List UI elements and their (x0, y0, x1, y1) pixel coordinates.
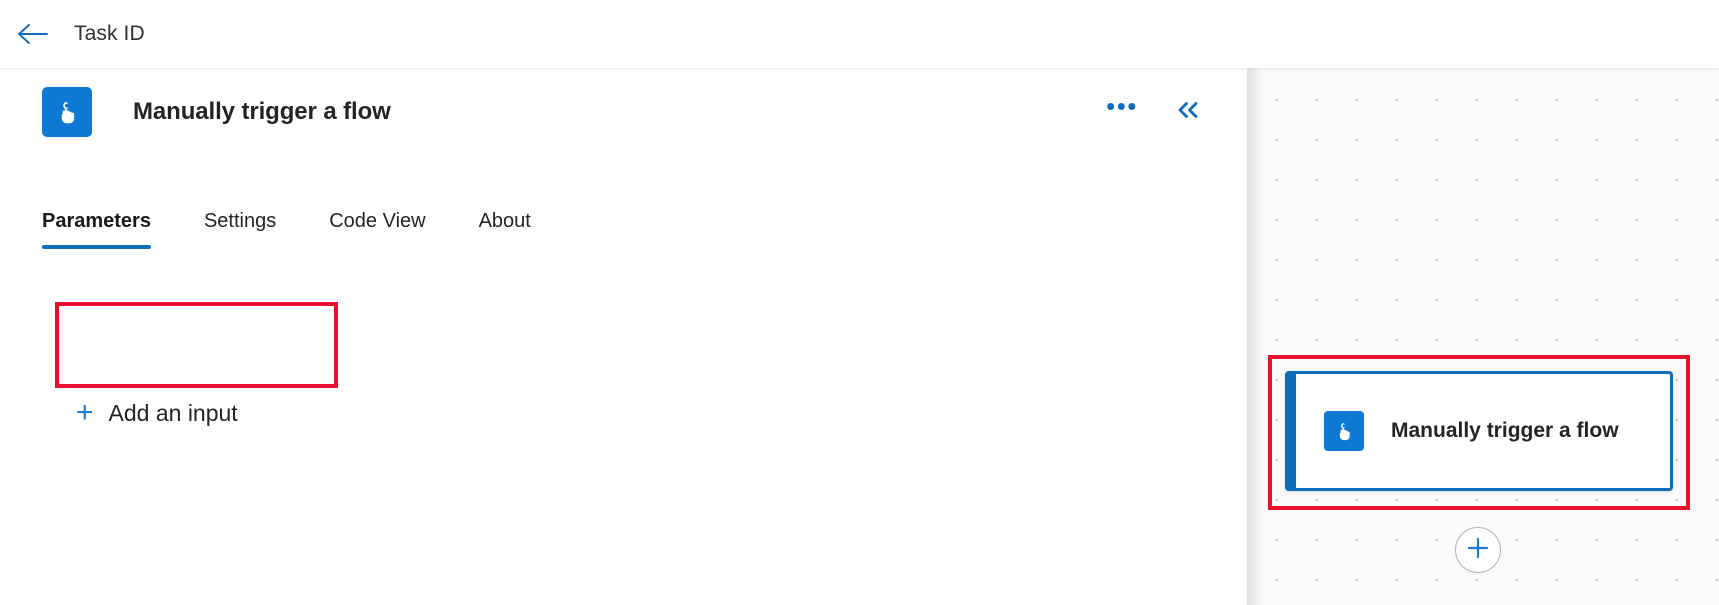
manual-trigger-tap-icon (1324, 411, 1364, 451)
plus-icon: + (76, 396, 94, 429)
tab-about[interactable]: About (479, 210, 531, 249)
add-step-button[interactable] (1455, 527, 1501, 573)
manual-trigger-tap-icon (42, 87, 92, 137)
panel-header-actions: ••• (1103, 93, 1207, 131)
flow-node-title: Manually trigger a flow (1391, 418, 1619, 442)
plus-icon (1465, 535, 1491, 566)
panel-header: Manually trigger a flow ••• (0, 68, 1247, 156)
flow-canvas[interactable] (1247, 68, 1719, 605)
tab-parameters[interactable]: Parameters (42, 210, 151, 249)
flow-node-manual-trigger[interactable]: Manually trigger a flow (1285, 371, 1673, 491)
collapse-panel-button[interactable] (1169, 93, 1207, 131)
panel-title: Manually trigger a flow (133, 98, 391, 125)
tab-code-view[interactable]: Code View (329, 210, 425, 249)
add-an-input-label: Add an input (108, 399, 238, 426)
ellipsis-icon[interactable]: ••• (1103, 93, 1141, 131)
add-an-input-button[interactable]: + Add an input (62, 378, 252, 448)
trigger-details-panel: Manually trigger a flow ••• Parameters S… (0, 68, 1247, 605)
page-title: Task ID (74, 22, 145, 45)
arrow-left-icon (17, 22, 49, 46)
back-button[interactable] (10, 11, 56, 57)
tab-settings[interactable]: Settings (204, 210, 276, 249)
details-tabs: Parameters Settings Code View About (42, 210, 531, 249)
double-chevron-left-icon (1175, 100, 1201, 125)
top-bar: Task ID (0, 0, 1719, 68)
